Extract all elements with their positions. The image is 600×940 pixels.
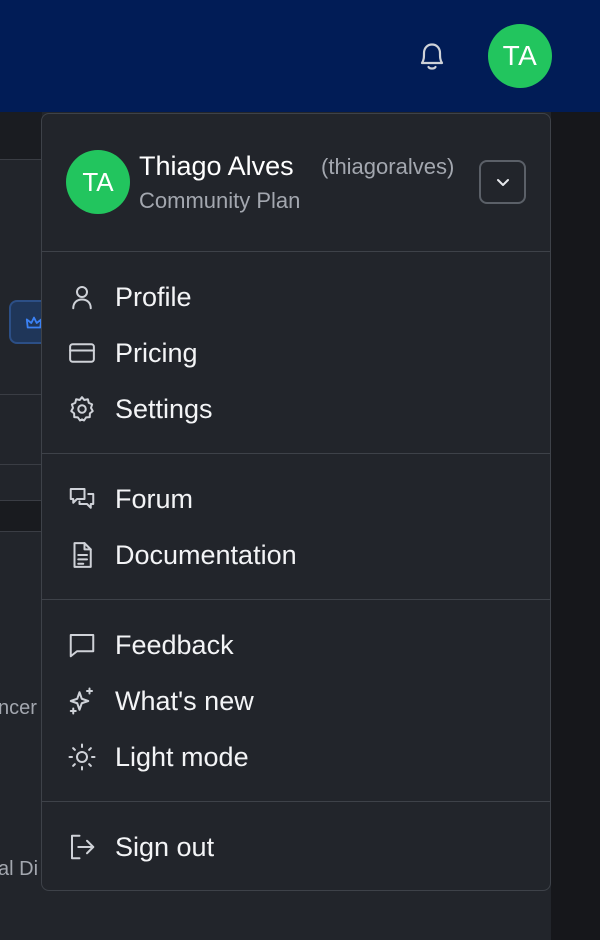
message-square-icon xyxy=(66,629,98,661)
chevron-down-icon xyxy=(496,179,509,186)
sparkles-icon xyxy=(66,685,98,717)
menu-section-session: Sign out xyxy=(42,802,550,890)
menu-item-label: Light mode xyxy=(115,741,249,772)
menu-section-account: Profile Pricing Settings xyxy=(42,252,550,454)
menu-item-feedback[interactable]: Feedback xyxy=(42,617,550,673)
menu-item-sign-out[interactable]: Sign out xyxy=(42,819,550,875)
menu-item-label: Sign out xyxy=(115,831,215,862)
page-table-header xyxy=(0,500,42,532)
menu-item-label: Forum xyxy=(115,483,194,514)
page-divider xyxy=(0,394,42,395)
menu-item-label: Settings xyxy=(115,393,213,424)
user-avatar-button[interactable]: TA xyxy=(488,24,552,88)
menu-item-pricing[interactable]: Pricing xyxy=(42,325,550,381)
menu-item-settings[interactable]: Settings xyxy=(42,381,550,437)
menu-item-label: What's new xyxy=(115,685,254,716)
account-switch-button[interactable] xyxy=(479,160,526,204)
page-right-edge xyxy=(551,112,600,940)
menu-item-label: Feedback xyxy=(115,629,234,660)
menu-item-whats-new[interactable]: What's new xyxy=(42,673,550,729)
menu-section-misc: Feedback What's new Light mode xyxy=(42,600,550,802)
page-text-snippet: al Di xyxy=(0,858,39,880)
avatar: TA xyxy=(66,150,130,214)
bell-icon[interactable] xyxy=(412,36,452,76)
menu-item-label: Documentation xyxy=(115,539,297,570)
page-divider xyxy=(0,464,42,465)
menu-item-forum[interactable]: Forum xyxy=(42,471,550,527)
user-icon xyxy=(66,281,98,313)
credit-card-icon xyxy=(66,337,98,369)
page-toolbar-strip xyxy=(0,112,42,160)
user-menu: TA Thiago Alves (thiagoralves) Community… xyxy=(41,113,551,891)
menu-item-documentation[interactable]: Documentation xyxy=(42,527,550,583)
document-icon xyxy=(66,539,98,571)
menu-item-profile[interactable]: Profile xyxy=(42,269,550,325)
menu-item-label: Pricing xyxy=(115,337,198,368)
top-bar: TA xyxy=(0,0,600,112)
chat-bubbles-icon xyxy=(66,483,98,515)
menu-item-light-mode[interactable]: Light mode xyxy=(42,729,550,785)
user-name: Thiago Alves xyxy=(139,151,294,181)
sign-out-icon xyxy=(66,831,98,863)
page-text-snippet: ncer xyxy=(0,697,37,719)
user-handle: (thiagoralves) xyxy=(321,154,455,179)
menu-section-help: Forum Documentation xyxy=(42,454,550,600)
user-menu-header: TA Thiago Alves (thiagoralves) Community… xyxy=(42,114,550,252)
menu-item-label: Profile xyxy=(115,281,192,312)
user-plan: Community Plan xyxy=(139,188,301,213)
sun-icon xyxy=(66,741,98,773)
gear-icon xyxy=(66,393,98,425)
